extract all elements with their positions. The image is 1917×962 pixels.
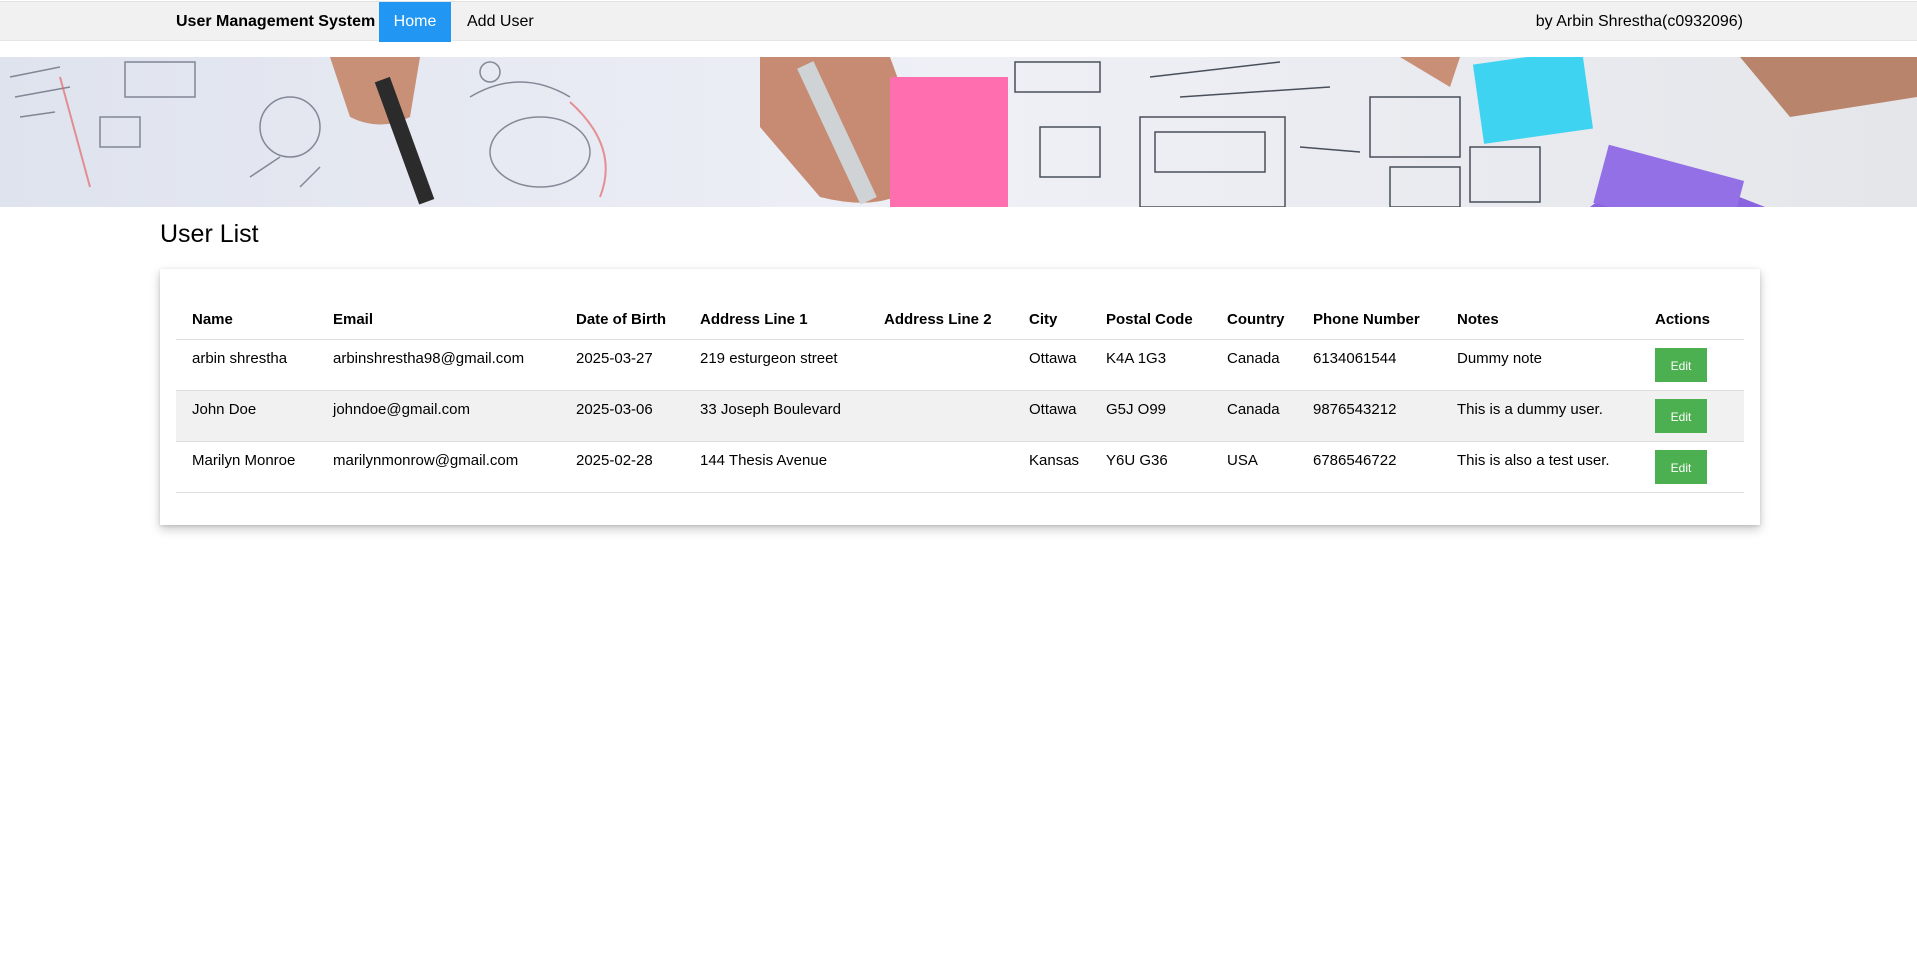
cell-notes: Dummy note xyxy=(1441,339,1639,391)
cell-phone: 9876543212 xyxy=(1297,390,1441,442)
cell-address-line-1: 33 Joseph Boulevard xyxy=(684,390,868,442)
cell-address-line-2 xyxy=(868,441,1013,493)
author-credit: by Arbin Shrestha(c0932096) xyxy=(1535,13,1743,30)
header-name: Name xyxy=(176,300,317,340)
user-list-card: Name Email Date of Birth Address Line 1 … xyxy=(160,269,1760,525)
cell-city: Ottawa xyxy=(1013,390,1090,442)
cell-address-line-1: 219 esturgeon street xyxy=(684,339,868,391)
cell-actions: Edit xyxy=(1639,390,1744,442)
header-banner-image xyxy=(0,57,1917,207)
cell-name: John Doe xyxy=(176,390,317,442)
page-title: User List xyxy=(160,220,259,248)
table-row: John Doe johndoe@gmail.com 2025-03-06 33… xyxy=(176,390,1744,442)
cell-postal-code: G5J O99 xyxy=(1090,390,1211,442)
cell-country: USA xyxy=(1211,441,1297,493)
cell-phone: 6786546722 xyxy=(1297,441,1441,493)
edit-button[interactable]: Edit xyxy=(1655,449,1707,484)
cell-address-line-2 xyxy=(868,390,1013,442)
header-date-of-birth: Date of Birth xyxy=(560,300,684,340)
header-email: Email xyxy=(317,300,560,340)
cell-address-line-1: 144 Thesis Avenue xyxy=(684,441,868,493)
nav-add-user-link[interactable]: Add User xyxy=(467,2,534,42)
header-notes: Notes xyxy=(1441,300,1639,340)
header-actions: Actions xyxy=(1639,300,1744,340)
cell-country: Canada xyxy=(1211,390,1297,442)
table-header-row: Name Email Date of Birth Address Line 1 … xyxy=(176,300,1744,340)
top-navbar: User Management System Home Add User by … xyxy=(0,1,1917,42)
header-postal-code: Postal Code xyxy=(1090,300,1211,340)
cell-dob: 2025-03-06 xyxy=(560,390,684,442)
header-address-line-1: Address Line 1 xyxy=(684,300,868,340)
user-table: Name Email Date of Birth Address Line 1 … xyxy=(176,300,1744,493)
table-row: Marilyn Monroe marilynmonrow@gmail.com 2… xyxy=(176,441,1744,493)
cell-dob: 2025-02-28 xyxy=(560,441,684,493)
cell-address-line-2 xyxy=(868,339,1013,391)
header-city: City xyxy=(1013,300,1090,340)
cell-country: Canada xyxy=(1211,339,1297,391)
cell-notes: This is a dummy user. xyxy=(1441,390,1639,442)
table-row: arbin shrestha arbinshrestha98@gmail.com… xyxy=(176,339,1744,391)
cell-city: Ottawa xyxy=(1013,339,1090,391)
header-country: Country xyxy=(1211,300,1297,340)
cell-name: Marilyn Monroe xyxy=(176,441,317,493)
cell-dob: 2025-03-27 xyxy=(560,339,684,391)
cell-postal-code: K4A 1G3 xyxy=(1090,339,1211,391)
cell-email: johndoe@gmail.com xyxy=(317,390,560,442)
edit-button[interactable]: Edit xyxy=(1655,398,1707,433)
cell-city: Kansas xyxy=(1013,441,1090,493)
header-phone-number: Phone Number xyxy=(1297,300,1441,340)
cell-actions: Edit xyxy=(1639,441,1744,493)
cell-phone: 6134061544 xyxy=(1297,339,1441,391)
cell-notes: This is also a test user. xyxy=(1441,441,1639,493)
header-address-line-2: Address Line 2 xyxy=(868,300,1013,340)
brand-title: User Management System xyxy=(176,13,376,30)
cell-actions: Edit xyxy=(1639,339,1744,391)
cell-email: marilynmonrow@gmail.com xyxy=(317,441,560,493)
cell-email: arbinshrestha98@gmail.com xyxy=(317,339,560,391)
nav-home-link[interactable]: Home xyxy=(379,2,451,42)
cell-postal-code: Y6U G36 xyxy=(1090,441,1211,493)
edit-button[interactable]: Edit xyxy=(1655,347,1707,382)
cell-name: arbin shrestha xyxy=(176,339,317,391)
